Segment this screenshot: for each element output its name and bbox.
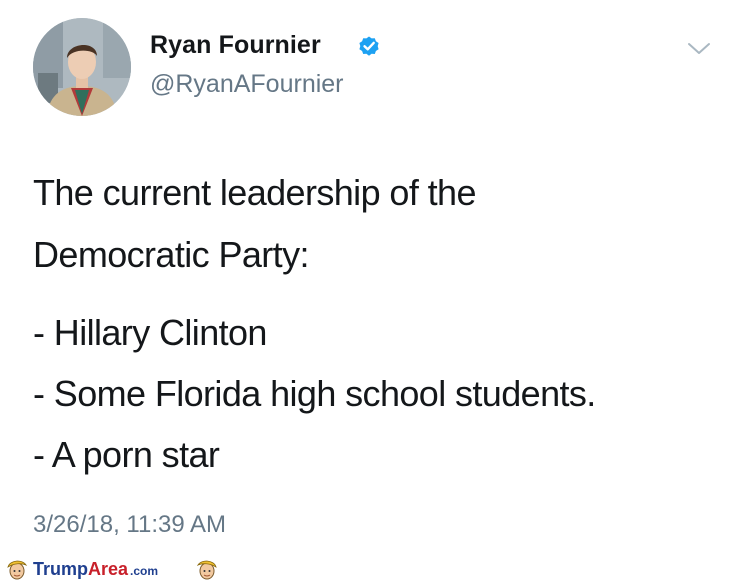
- tweet-text-line: - Hillary Clinton: [33, 312, 267, 353]
- tweet-text-line: - A porn star: [33, 434, 220, 475]
- avatar[interactable]: [33, 18, 131, 116]
- author-handle[interactable]: @RyanAFournier: [150, 70, 344, 99]
- author-name[interactable]: Ryan Fournier: [150, 31, 321, 60]
- watermark: TrumpArea .com: [0, 556, 740, 582]
- tweet-text-line: The current leadership of the: [33, 172, 476, 213]
- tweet-timestamp[interactable]: 3/26/18, 11:39 AM: [33, 511, 226, 539]
- trump-caricature-icon: [7, 560, 28, 580]
- tweet-text-line: Democratic Party:: [33, 234, 309, 275]
- trump-caricature-icon: [196, 560, 217, 580]
- watermark-area: Area: [88, 559, 129, 579]
- verified-badge-icon: [359, 36, 379, 56]
- watermark-text: TrumpArea .com: [33, 559, 158, 580]
- chevron-down-icon[interactable]: [686, 40, 712, 58]
- watermark-com: .com: [130, 564, 159, 578]
- watermark-trump: Trump: [33, 559, 89, 579]
- tweet-card: Ryan Fournier @RyanAFournier The current…: [0, 0, 740, 556]
- tweet-text-line: - Some Florida high school students.: [33, 373, 596, 414]
